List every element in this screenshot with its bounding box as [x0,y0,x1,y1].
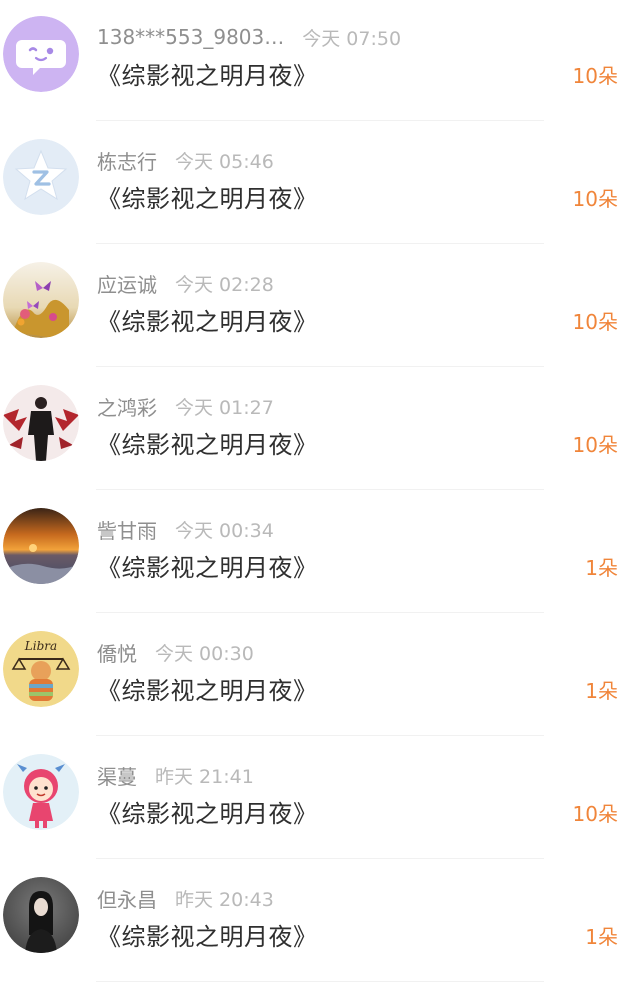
list-item[interactable]: 138***553_9803… 今天 07:50 《综影视之明月夜》 10朵 [0,0,640,123]
avatar[interactable] [3,16,79,92]
avatar[interactable] [3,385,79,461]
timestamp: 今天 07:50 [302,27,402,50]
list-item[interactable]: 栋志行 今天 05:46 《综影视之明月夜》 10朵 [0,123,640,246]
libra-cartoon-icon: Libra [3,631,79,707]
avatar[interactable] [3,754,79,830]
timestamp: 今天 00:30 [155,642,254,665]
avatar[interactable] [3,262,79,338]
timestamp: 今天 02:28 [175,273,274,296]
book-title[interactable]: 《综影视之明月夜》 [97,302,318,337]
gift-count: 1朵 [585,679,618,703]
user-name: 之鸿彩 [97,395,157,420]
gift-record-list: 138***553_9803… 今天 07:50 《综影视之明月夜》 10朵 栋… [0,0,640,984]
pink-cartoon-girl-icon [3,754,79,830]
timestamp: 今天 01:27 [175,396,274,419]
user-name: 僑悦 [97,641,137,666]
list-item[interactable]: 应运诚 今天 02:28 《综影视之明月夜》 10朵 [0,246,640,369]
book-title[interactable]: 《综影视之明月夜》 [97,548,318,583]
book-title[interactable]: 《综影视之明月夜》 [97,671,318,706]
woman-portrait-icon [3,877,79,953]
avatar[interactable]: Libra [3,631,79,707]
book-title[interactable]: 《综影视之明月夜》 [97,179,318,214]
butterfly-flowers-icon [3,262,79,338]
list-item[interactable]: Libra 僑悦 今天 00:30 《综影视之明月夜》 1朵 [0,615,640,738]
gift-count: 1朵 [585,556,618,580]
list-item[interactable]: 但永昌 昨天 20:43 《综影视之明月夜》 1朵 [0,861,640,984]
list-item[interactable]: 渠蔓 昨天 21:41 《综影视之明月夜》 10朵 [0,738,640,861]
avatar[interactable] [3,877,79,953]
book-title[interactable]: 《综影视之明月夜》 [97,794,318,829]
book-title[interactable]: 《综影视之明月夜》 [97,917,318,952]
user-name: 訾甘雨 [97,518,157,543]
sunset-sea-icon [3,508,79,584]
man-in-black-icon [3,385,79,461]
gift-count: 10朵 [572,433,618,457]
book-title[interactable]: 《综影视之明月夜》 [97,425,318,460]
timestamp: 昨天 21:41 [155,765,254,788]
gift-count: 10朵 [572,64,618,88]
timestamp: 昨天 20:43 [175,888,274,911]
gift-count: 1朵 [585,925,618,949]
avatar[interactable] [3,508,79,584]
book-title[interactable]: 《综影视之明月夜》 [97,56,318,91]
gift-count: 10朵 [572,310,618,334]
gift-count: 10朵 [572,187,618,211]
list-item[interactable]: 訾甘雨 今天 00:34 《综影视之明月夜》 1朵 [0,492,640,615]
user-name: 但永昌 [97,887,157,912]
qzone-star-icon [3,139,79,215]
timestamp: 今天 05:46 [175,150,274,173]
gift-count: 10朵 [572,802,618,826]
wechat-smiley-icon [3,16,79,92]
avatar[interactable] [3,139,79,215]
user-name: 138***553_9803… [97,25,285,49]
user-name: 应运诚 [97,272,157,297]
timestamp: 今天 00:34 [175,519,274,542]
user-name: 渠蔓 [97,764,137,789]
avatar-lettering: Libra [24,639,57,653]
user-name: 栋志行 [97,149,157,174]
list-item[interactable]: 之鸿彩 今天 01:27 《综影视之明月夜》 10朵 [0,369,640,492]
